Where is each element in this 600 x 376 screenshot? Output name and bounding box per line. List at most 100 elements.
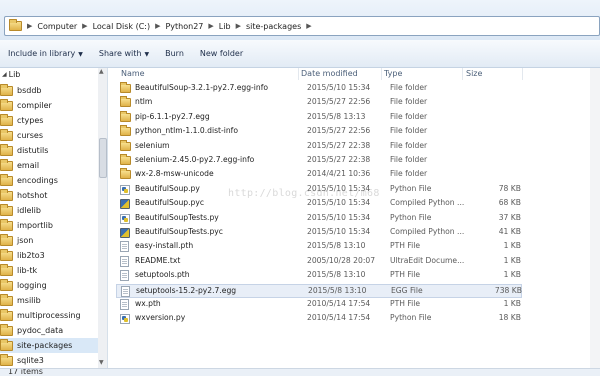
sidebar-item-ctypes[interactable]: ctypes — [0, 113, 98, 128]
sidebar-item-importlib[interactable]: importlib — [0, 218, 98, 233]
table-row[interactable]: easy-install.pth 2015/5/8 13:10 PTH File 1 … — [116, 240, 522, 254]
sidebar-item-label: compiler — [17, 101, 52, 110]
sidebar-item-label: ctypes — [17, 116, 44, 125]
table-row[interactable]: BeautifulSoupTests.py 2015/5/10 15:34 Pyth… — [116, 212, 522, 226]
folder-icon — [0, 113, 13, 126]
breadcrumb-lib[interactable]: Lib — [219, 22, 231, 31]
file-name: BeautifulSoup.pyc — [135, 198, 205, 208]
column-divider[interactable] — [462, 68, 463, 80]
chevron-down-icon: ▼ — [78, 51, 83, 58]
column-header-size[interactable]: Size — [466, 69, 482, 78]
chevron-right-icon[interactable]: ▶ — [208, 22, 213, 30]
sidebar-item-label: bsddb — [17, 86, 42, 95]
sidebar-item-lib-tk[interactable]: lib-tk — [0, 263, 98, 278]
sidebar-item-compiler[interactable]: compiler — [0, 98, 98, 113]
table-row[interactable]: selenium-2.45.0-py2.7.egg-info 2015/5/27 … — [116, 154, 522, 168]
file-list-scrollbar[interactable] — [590, 68, 600, 368]
command-toolbar: Include in library ▼ Share with ▼ Burn New… — [0, 40, 600, 68]
compiled-python-icon — [120, 228, 130, 238]
column-headers: Name Date modified Type Size — [108, 68, 600, 80]
sidebar-item-curses[interactable]: curses — [0, 128, 98, 143]
sidebar-item-distutils[interactable]: distutils — [0, 143, 98, 158]
file-name: wx-2.8-msw-unicode — [135, 169, 214, 179]
file-date-modified: 2015/5/27 22:56 — [307, 126, 371, 136]
column-header-type[interactable]: Type — [384, 69, 402, 78]
column-divider[interactable] — [522, 68, 523, 80]
sidebar-item-hotshot[interactable]: hotshot — [0, 188, 98, 203]
chevron-right-icon[interactable]: ▶ — [306, 22, 311, 30]
sidebar-item-multiprocessing[interactable]: multiprocessing — [0, 308, 98, 323]
file-name: BeautifulSoup-3.2.1-py2.7.egg-info — [135, 83, 269, 92]
breadcrumb-site-packages[interactable]: site-packages — [246, 22, 301, 31]
table-row[interactable]: wx.pth 2010/5/14 17:54 PTH File 1 KB — [116, 298, 522, 312]
nav-scrollbar-thumb[interactable] — [99, 138, 107, 178]
table-row[interactable]: BeautifulSoup-3.2.1-py2.7.egg-info 2015/5… — [116, 82, 522, 96]
file-list: BeautifulSoup-3.2.1-py2.7.egg-info 2015/5… — [108, 82, 600, 372]
sidebar-item-lib2to3[interactable]: lib2to3 — [0, 248, 98, 263]
table-row[interactable]: python_ntlm-1.1.0.dist-info 2015/5/27 22:… — [116, 125, 522, 139]
sidebar-item-json[interactable]: json — [0, 233, 98, 248]
column-divider[interactable] — [381, 68, 382, 80]
chevron-right-icon[interactable]: ▶ — [82, 22, 87, 30]
table-row[interactable]: wxversion.py 2010/5/14 17:54 Python File 18… — [116, 312, 522, 326]
folder-icon — [0, 173, 13, 186]
share-with-button[interactable]: Share with ▼ — [99, 49, 149, 58]
column-header-date[interactable]: Date modified — [301, 69, 358, 78]
table-row[interactable]: README.txt 2005/10/28 20:07 UltraEdit Docu… — [116, 255, 522, 269]
scroll-up-icon[interactable]: ▲ — [99, 68, 104, 75]
sidebar-item-sqlite3[interactable]: sqlite3 — [0, 353, 98, 368]
sidebar-item-encodings[interactable]: encodings — [0, 173, 98, 188]
file-icon — [120, 255, 129, 267]
file-date-modified: 2015/5/10 15:34 — [307, 212, 371, 222]
sidebar-item-site-packages[interactable]: site-packages — [0, 338, 98, 353]
table-row[interactable]: BeautifulSoupTests.pyc 2015/5/10 15:34 Com… — [116, 226, 522, 240]
table-row[interactable]: ntlm 2015/5/27 22:56 File folder — [116, 96, 522, 110]
file-date-modified: 2015/5/8 13:10 — [307, 241, 366, 251]
expand-arrow-icon[interactable]: ◢ — [2, 71, 7, 78]
file-date-modified: 2015/5/10 15:34 — [307, 83, 371, 92]
table-row[interactable]: setuptools.pth 2015/5/8 13:10 PTH File 1 KB — [116, 269, 522, 283]
sidebar-item-logging[interactable]: logging — [0, 278, 98, 293]
breadcrumb-local-disk[interactable]: Local Disk (C:) — [93, 22, 151, 31]
address-bar[interactable]: ▶ Computer ▶ Local Disk (C:) ▶ Python27 … — [4, 16, 600, 36]
scroll-down-icon[interactable]: ▼ — [99, 359, 104, 366]
table-row[interactable]: wx-2.8-msw-unicode 2014/4/21 10:36 File fo… — [116, 168, 522, 182]
nav-item-lib[interactable]: ◢ Lib — [2, 68, 20, 80]
include-in-library-button[interactable]: Include in library ▼ — [8, 49, 83, 58]
file-date-modified: 2015/5/27 22:38 — [307, 140, 371, 150]
burn-button[interactable]: Burn — [165, 49, 184, 58]
file-icon — [121, 285, 130, 297]
chevron-right-icon[interactable]: ▶ — [236, 22, 241, 30]
sidebar-item-idlelib[interactable]: idlelib — [0, 203, 98, 218]
sidebar-item-label: distutils — [17, 146, 49, 155]
chevron-right-icon[interactable]: ▶ — [155, 22, 160, 30]
table-row[interactable]: BeautifulSoup.pyc 2015/5/10 15:34 Compiled… — [116, 197, 522, 211]
table-row[interactable]: pip-6.1.1-py2.7.egg 2015/5/8 13:13 File fo… — [116, 110, 522, 125]
sidebar-item-email[interactable]: email — [0, 158, 98, 173]
new-folder-button[interactable]: New folder — [200, 49, 243, 58]
sidebar-item-msilib[interactable]: msilib — [0, 293, 98, 308]
sidebar-item-bsddb[interactable]: bsddb — [0, 83, 98, 98]
file-type: PTH File — [390, 270, 421, 280]
file-name: python_ntlm-1.1.0.dist-info — [135, 126, 238, 136]
folder-icon — [120, 96, 131, 108]
file-type: PTH File — [390, 241, 421, 251]
column-divider[interactable] — [298, 68, 299, 80]
breadcrumb-computer[interactable]: Computer — [37, 22, 77, 31]
nav-scrollbar[interactable]: ▲ ▼ — [98, 68, 107, 368]
breadcrumb-python27[interactable]: Python27 — [165, 22, 203, 31]
item-count: 17 items — [8, 368, 43, 376]
file-size: 78 KB — [498, 183, 521, 193]
file-type: File folder — [390, 140, 428, 150]
file-icon — [120, 241, 129, 253]
file-type: File folder — [390, 97, 428, 107]
folder-icon — [0, 218, 13, 231]
file-name: wxversion.py — [135, 313, 186, 323]
folder-icon — [0, 188, 13, 201]
table-row[interactable]: setuptools-15.2-py2.7.egg 2015/5/8 13:10 E… — [116, 283, 522, 298]
column-header-name[interactable]: Name — [121, 69, 145, 78]
chevron-right-icon[interactable]: ▶ — [27, 22, 32, 30]
share-with-label: Share with — [98, 49, 142, 58]
sidebar-item-pydoc-data[interactable]: pydoc_data — [0, 323, 98, 338]
table-row[interactable]: selenium 2015/5/27 22:38 File folder — [116, 139, 522, 154]
